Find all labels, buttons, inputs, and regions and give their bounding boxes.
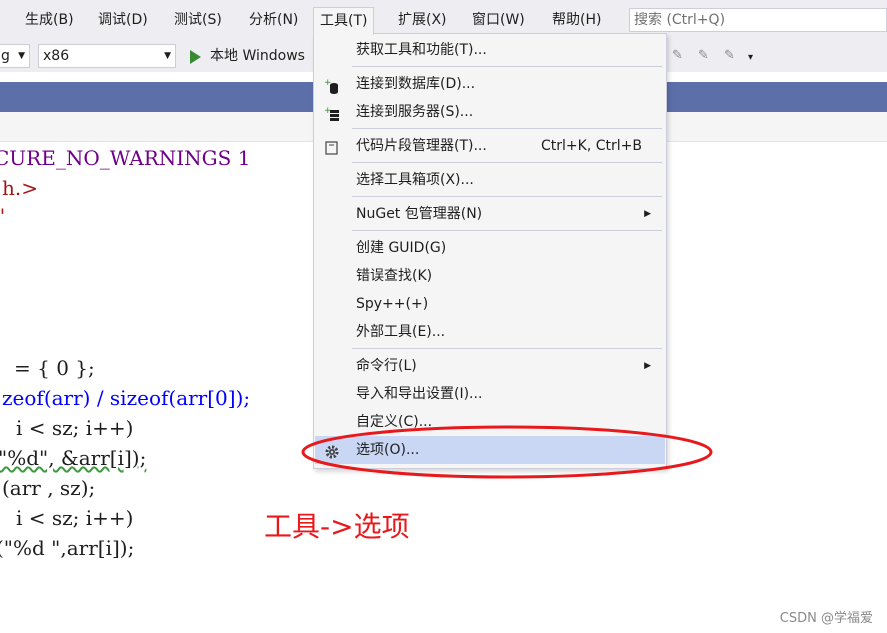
code-line-sizeof: zeof(arr) / sizeof(arr[0]); [2, 386, 251, 410]
annotation-text: 工具->选项 [264, 510, 410, 543]
code-line-include-1: h.> [2, 176, 38, 200]
menu-item-command-line[interactable]: 命令行(L) ▶ [315, 352, 665, 380]
chevron-right-icon: ▶ [644, 361, 651, 371]
code-line-array-init: = { 0 }; [14, 356, 95, 380]
annotation-ellipse [301, 425, 713, 479]
code-line-for-1: i < sz; i++) [16, 416, 134, 440]
code-line-define: CURE_NO_WARNINGS 1 [0, 146, 251, 170]
database-connect-icon: + [324, 76, 340, 94]
code-line-include-2: " [0, 202, 5, 230]
menu-item-nuget[interactable]: NuGet 包管理器(N) ▶ [315, 200, 665, 228]
search-input[interactable]: 搜索 (Ctrl+Q) [629, 8, 887, 32]
bookmark-next-icon[interactable]: ✎ [698, 48, 709, 63]
shortcut-text: Ctrl+K, Ctrl+B [541, 138, 642, 154]
chevron-down-icon: ▼ [164, 51, 171, 61]
menu-help[interactable]: 帮助(H) [546, 7, 607, 33]
play-icon[interactable] [190, 50, 201, 64]
platform-combo[interactable]: x86 ▼ [38, 44, 176, 68]
watermark: CSDN @学福爱 [779, 611, 873, 626]
menu-item-get-tools[interactable]: 获取工具和功能(T)... [315, 36, 665, 64]
menu-item-spy[interactable]: Spy++(+) [315, 290, 665, 318]
code-line-scanf: "%d", &arr[i]); [0, 446, 147, 470]
menu-item-external-tools[interactable]: 外部工具(E)... [315, 318, 665, 346]
tools-menu-dropdown: 获取工具和功能(T)... + 连接到数据库(D)... + 连接到服务器(S)… [313, 33, 667, 469]
menu-test[interactable]: 测试(S) [168, 7, 228, 33]
menu-window[interactable]: 窗口(W) [466, 7, 531, 33]
menu-separator [352, 230, 662, 231]
menu-item-snippet-manager[interactable]: 代码片段管理器(T)... Ctrl+K, Ctrl+B [315, 132, 665, 160]
menu-item-connect-database[interactable]: + 连接到数据库(D)... [315, 70, 665, 98]
menu-extensions[interactable]: 扩展(X) [392, 7, 453, 33]
toolbar-overflow-icon[interactable]: ▾ [748, 52, 753, 63]
menu-separator [352, 66, 662, 67]
menu-item-import-export[interactable]: 导入和导出设置(I)... [315, 380, 665, 408]
server-connect-icon: + [324, 104, 340, 121]
configuration-combo[interactable]: g ▼ [0, 44, 30, 68]
bookmark-icon[interactable]: ✎ [672, 48, 683, 63]
code-line-printf: ("%d ",arr[i]); [0, 536, 135, 560]
bookmark-clear-icon[interactable]: ✎ [724, 48, 735, 63]
menu-separator [352, 196, 662, 197]
menu-item-create-guid[interactable]: 创建 GUID(G) [315, 234, 665, 262]
menu-item-error-lookup[interactable]: 错误查找(K) [315, 262, 665, 290]
chevron-down-icon: ▼ [18, 51, 25, 61]
menu-item-connect-server[interactable]: + 连接到服务器(S)... [315, 98, 665, 126]
menu-separator [352, 162, 662, 163]
menu-separator [352, 348, 662, 349]
menu-build[interactable]: 生成(B) [19, 7, 80, 33]
menu-separator [352, 128, 662, 129]
platform-value: x86 [43, 48, 70, 64]
snippet-icon [324, 138, 340, 155]
code-line-for-2: i < sz; i++) [16, 506, 134, 530]
menu-item-choose-toolbox[interactable]: 选择工具箱项(X)... [315, 166, 665, 194]
run-button-label[interactable]: 本地 Windows [210, 46, 305, 66]
menu-debug[interactable]: 调试(D) [92, 7, 154, 33]
configuration-value: g [1, 48, 10, 64]
menu-analyze[interactable]: 分析(N) [243, 7, 304, 33]
code-line-call: (arr , sz); [2, 476, 96, 500]
menu-tools[interactable]: 工具(T) [313, 7, 375, 35]
chevron-right-icon: ▶ [644, 209, 651, 219]
